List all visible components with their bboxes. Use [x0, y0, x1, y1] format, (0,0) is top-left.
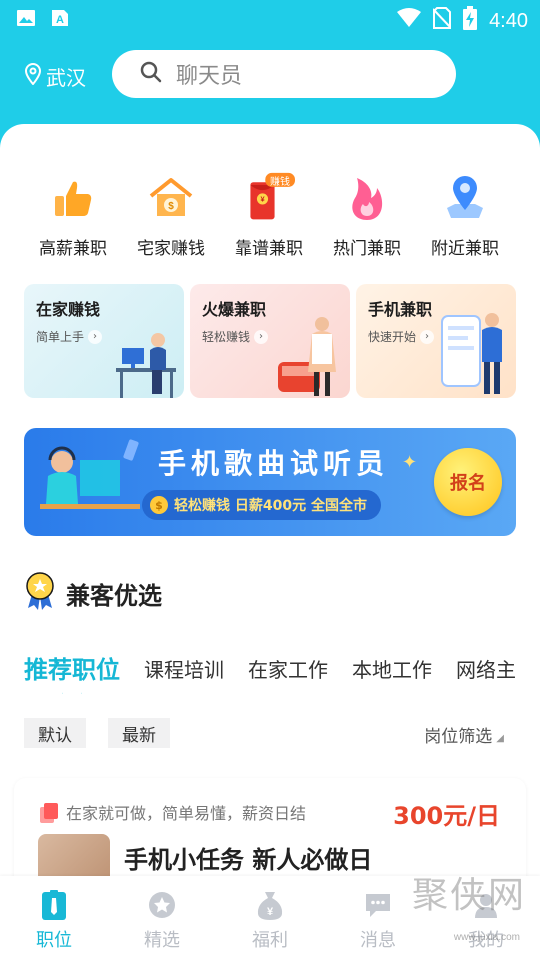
- tab-courses[interactable]: 课程培训: [144, 650, 224, 694]
- thumbs-up-icon: [47, 172, 99, 224]
- nav-featured[interactable]: 精选: [108, 876, 216, 960]
- banner-title: 手机歌曲试听员: [158, 447, 390, 480]
- image-icon: [16, 8, 36, 28]
- tab-online[interactable]: 网络主: [456, 650, 516, 694]
- section-header: 兼客优选: [24, 572, 162, 614]
- red-envelope-icon: ¥ 赚钱: [243, 172, 295, 224]
- desk-worker-illustration: [116, 333, 176, 398]
- location-pin-icon: [24, 63, 42, 90]
- svg-text:A: A: [56, 14, 64, 26]
- category-grid: 高薪兼职 $ 宅家赚钱 ¥ 赚钱 靠谱兼职 热门兼职 附近兼职: [0, 172, 540, 259]
- filter-newest[interactable]: 最新: [108, 718, 170, 748]
- tab-recommended[interactable]: 推荐职位: [24, 650, 120, 694]
- category-item-hot[interactable]: 热门兼职: [318, 172, 416, 259]
- clock: 4:40: [489, 9, 528, 32]
- position-filter-dropdown[interactable]: 岗位筛选 ◢: [424, 722, 504, 747]
- nav-jobs[interactable]: 职位: [0, 876, 108, 960]
- job-title: 手机小任务 新人必做日: [124, 846, 373, 874]
- location-label: 武汉: [46, 66, 86, 90]
- category-item-reliable[interactable]: ¥ 赚钱 靠谱兼职: [220, 172, 318, 259]
- home-coin-icon: $: [145, 172, 197, 224]
- filter-bar: 默认 最新 岗位筛选 ◢: [24, 718, 516, 748]
- medal-icon: [24, 572, 56, 614]
- search-bar[interactable]: 聊天员: [112, 50, 456, 98]
- wifi-icon: [397, 8, 422, 34]
- chevron-right-icon: ›: [88, 329, 103, 344]
- flame-icon: [341, 172, 393, 224]
- promo-card-home-earn[interactable]: 在家赚钱 简单上手 ›: [24, 284, 184, 398]
- job-icon: [39, 890, 69, 920]
- dropdown-triangle-icon: ◢: [496, 733, 504, 744]
- banner-subtitle-pill: $ 轻松赚钱 日薪400元 全国全市: [142, 490, 381, 520]
- watermark-logo: 聚侠网: [411, 875, 526, 916]
- sparkle-icon: ✦: [402, 452, 418, 473]
- coin-icon: $: [150, 496, 168, 514]
- search-icon: [140, 61, 162, 87]
- a-icon: A: [50, 8, 70, 28]
- search-placeholder: 聊天员: [176, 64, 243, 89]
- money-bag-icon: ¥: [255, 890, 285, 920]
- apply-button[interactable]: 报名: [434, 448, 502, 516]
- svg-text:¥: ¥: [267, 906, 274, 918]
- watermark-url: www.juxia.com: [453, 932, 520, 943]
- tab-local-work[interactable]: 本地工作: [352, 650, 432, 694]
- promo-banner[interactable]: 手机歌曲试听员 ✦ $ 轻松赚钱 日薪400元 全国全市 报名: [24, 428, 516, 536]
- location-selector[interactable]: 武汉: [24, 62, 86, 91]
- promo-cards: 在家赚钱 简单上手 › 火爆兼职 轻松赚钱 › 手机兼职 快速开始 ›: [24, 284, 516, 398]
- promo-card-phone-job[interactable]: 手机兼职 快速开始 ›: [356, 284, 516, 398]
- phone-illustration: [441, 313, 502, 394]
- svg-text:$: $: [168, 201, 174, 212]
- section-title: 兼客优选: [66, 581, 162, 610]
- job-salary: 300元/日: [393, 802, 500, 830]
- woman-illustration: [278, 317, 336, 396]
- map-pin-icon: [439, 172, 491, 224]
- message-icon: [363, 890, 393, 920]
- tag-icon: [40, 803, 58, 823]
- top-header: 武汉 聊天员: [0, 48, 540, 104]
- star-badge-icon: [147, 890, 177, 920]
- main-content: 高薪兼职 $ 宅家赚钱 ¥ 赚钱 靠谱兼职 热门兼职 附近兼职 在家赚钱 简单上…: [0, 124, 540, 884]
- headphone-worker-illustration: [40, 439, 140, 509]
- filter-default[interactable]: 默认: [24, 718, 86, 748]
- no-sim-icon: [432, 7, 452, 35]
- chevron-right-icon: ›: [420, 329, 435, 344]
- nav-benefits[interactable]: ¥ 福利: [216, 876, 324, 960]
- status-bar: A 4:40: [0, 0, 540, 36]
- category-item-nearby[interactable]: 附近兼职: [416, 172, 514, 259]
- category-item-home[interactable]: $ 宅家赚钱: [122, 172, 220, 259]
- battery-charging-icon: [463, 6, 478, 36]
- category-item-high-pay[interactable]: 高薪兼职: [24, 172, 122, 259]
- chevron-right-icon: ›: [254, 329, 269, 344]
- tab-work-from-home[interactable]: 在家工作: [248, 650, 328, 694]
- category-badge: 赚钱: [270, 177, 290, 188]
- job-tagline: 在家就可做，简单易懂，薪资日结: [66, 804, 307, 823]
- job-tabs: 推荐职位 课程培训 在家工作 本地工作 网络主: [24, 650, 540, 694]
- promo-card-hot-job[interactable]: 火爆兼职 轻松赚钱 ›: [190, 284, 350, 398]
